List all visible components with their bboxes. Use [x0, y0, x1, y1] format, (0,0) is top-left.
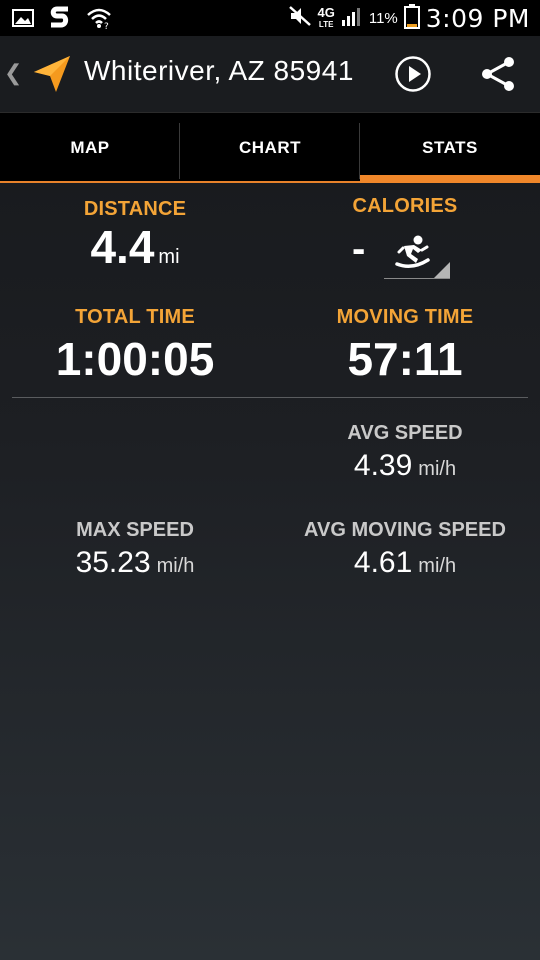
calories-value: -	[352, 227, 366, 271]
distance-value: 4.4	[90, 221, 155, 273]
tab-map[interactable]: MAP	[0, 113, 180, 183]
tab-underline	[180, 181, 360, 183]
gallery-icon	[12, 8, 34, 33]
avg-speed-label: AVG SPEED	[347, 422, 463, 444]
network-type: 4G LTE	[317, 4, 335, 31]
avg-speed-stat: AVG SPEED 4.39 mi/h	[300, 422, 510, 483]
tab-label: MAP	[70, 138, 110, 157]
back-chevron-icon[interactable]: ❮	[4, 60, 22, 86]
avg-speed-value-row: 4.39 mi/h	[300, 449, 510, 483]
calories-label: CALORIES	[352, 195, 458, 217]
tab-underline	[0, 181, 180, 183]
navigation-arrow-icon[interactable]	[30, 52, 74, 96]
section-divider	[12, 397, 528, 398]
s-app-icon	[48, 5, 72, 36]
distance-unit: mi	[158, 246, 180, 268]
battery-percent: 11%	[368, 10, 398, 27]
play-icon[interactable]	[394, 55, 432, 93]
svg-text:?: ?	[104, 22, 109, 29]
tab-label: STATS	[422, 138, 478, 157]
page-title: Whiteriver, AZ 85941	[84, 55, 354, 86]
tab-selected-indicator	[360, 175, 540, 183]
signal-icon	[341, 5, 363, 32]
moving-time-label: MOVING TIME	[336, 306, 474, 328]
total-time-label: TOTAL TIME	[75, 306, 195, 328]
max-speed-value: 35.23	[75, 546, 151, 579]
system-icons: 4G LTE 11% 3:09 PM	[288, 3, 531, 34]
max-speed-unit: mi/h	[156, 555, 195, 577]
tab-stats[interactable]: STATS	[360, 113, 540, 183]
calories-stat: CALORIES	[300, 195, 510, 218]
battery-icon	[403, 3, 420, 34]
avg-moving-speed-stat: AVG MOVING SPEED 4.61 mi/h	[290, 519, 520, 580]
max-speed-value-row: 35.23 mi/h	[30, 546, 240, 580]
dropdown-corner-icon	[434, 262, 450, 278]
tab-label: CHART	[239, 138, 301, 157]
distance-label: DISTANCE	[83, 198, 187, 220]
notification-icons: ?	[12, 5, 112, 36]
avg-moving-speed-value-row: 4.61 mi/h	[290, 546, 520, 580]
max-speed-label: MAX SPEED	[76, 519, 194, 541]
tab-chart[interactable]: CHART	[180, 113, 360, 183]
avg-speed-unit: mi/h	[418, 458, 457, 480]
action-bar: ❮ Whiteriver, AZ 85941	[0, 36, 540, 112]
distance-stat: DISTANCE 4.4 mi	[30, 198, 240, 281]
max-speed-stat: MAX SPEED 35.23 mi/h	[30, 519, 240, 580]
total-time-value: 1:00:05	[55, 333, 215, 385]
snowboarding-icon	[395, 235, 430, 268]
network-sub-text: LTE	[318, 19, 334, 29]
tab-bar: MAP CHART STATS	[0, 112, 540, 183]
avg-moving-speed-label: AVG MOVING SPEED	[304, 519, 506, 541]
avg-speed-value: 4.39	[353, 449, 413, 482]
clock: 3:09 PM	[425, 4, 530, 33]
status-bar: ? 4G LTE 11% 3:09 PM	[0, 0, 540, 36]
avg-moving-speed-value: 4.61	[353, 546, 413, 579]
moving-time-stat: MOVING TIME 57:11	[300, 306, 510, 383]
mute-icon	[288, 5, 312, 32]
share-icon[interactable]	[478, 55, 518, 93]
activity-type-dropdown[interactable]	[384, 232, 450, 279]
moving-time-value: 57:11	[347, 333, 463, 385]
network-type-text: 4G	[317, 4, 335, 20]
wifi-question-icon: ?	[86, 7, 112, 34]
avg-moving-speed-unit: mi/h	[418, 555, 457, 577]
distance-value-row: 4.4 mi	[30, 223, 240, 281]
total-time-stat: TOTAL TIME 1:00:05	[30, 306, 240, 383]
